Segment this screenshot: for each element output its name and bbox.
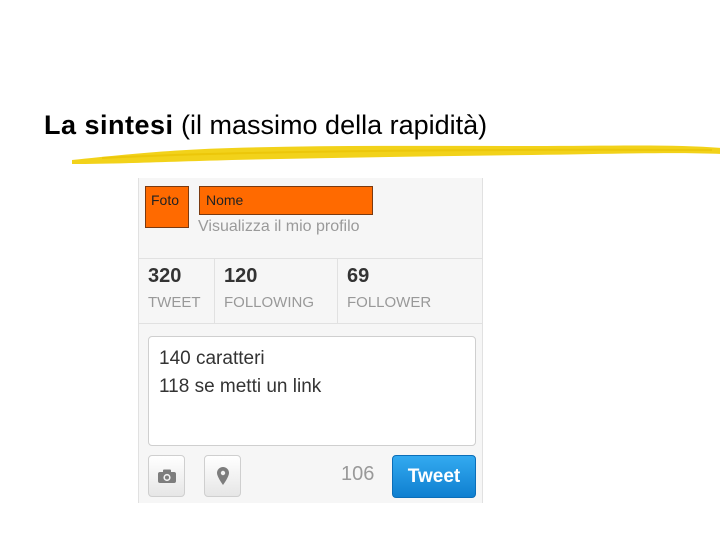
stats-bar: 320 TWEET 120 FOLLOWING 69 FOLLOWER [139, 258, 482, 324]
tweet-button[interactable]: Tweet [392, 455, 476, 498]
composer-line-1: 140 caratteri [159, 348, 265, 369]
stat-label: FOLLOWING [224, 294, 315, 311]
profile-name-placeholder[interactable]: Nome [199, 186, 373, 215]
stat-value: 120 [224, 265, 258, 287]
character-counter: 106 [341, 463, 375, 485]
slide-title: La sintesi (il massimo della rapidità) [44, 110, 487, 141]
tweet-composer[interactable]: 140 caratteri 118 se metti un link [148, 336, 476, 446]
camera-icon [157, 469, 176, 483]
slide-title-rest: (il massimo della rapidità) [173, 110, 488, 140]
composer-line-2: 118 se metti un link [159, 376, 322, 397]
stat-value: 69 [347, 265, 370, 287]
stat-label: TWEET [148, 294, 201, 311]
add-photo-button[interactable] [148, 455, 185, 497]
profile-photo-placeholder[interactable]: Foto [145, 186, 189, 228]
view-profile-link[interactable]: Visualizza il mio profilo [198, 218, 360, 236]
twitter-profile-panel: Foto Nome Visualizza il mio profilo 320 … [138, 178, 483, 503]
stat-following[interactable]: 120 FOLLOWING [215, 259, 338, 323]
location-pin-icon [216, 467, 229, 485]
title-highlight-stroke [72, 145, 720, 164]
stat-follower[interactable]: 69 FOLLOWER [338, 259, 482, 323]
slide-title-bold: La sintesi [44, 110, 174, 140]
add-location-button[interactable] [204, 455, 241, 497]
stat-tweet[interactable]: 320 TWEET [139, 259, 215, 323]
stat-label: FOLLOWER [347, 294, 432, 311]
stat-value: 320 [148, 265, 182, 287]
